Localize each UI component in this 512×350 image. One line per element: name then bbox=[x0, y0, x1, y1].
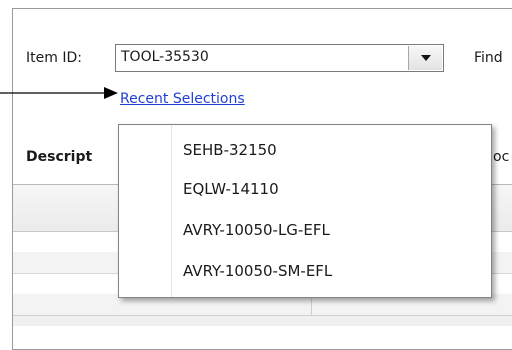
recent-item[interactable]: EQLW-14110 bbox=[183, 180, 279, 198]
item-id-dropdown-button[interactable] bbox=[408, 46, 442, 70]
item-id-label: Item ID: bbox=[26, 50, 82, 66]
callout-arrow-icon bbox=[0, 87, 118, 99]
description-label: Descript bbox=[26, 149, 93, 165]
item-id-combobox[interactable]: TOOL-35530 bbox=[115, 44, 444, 72]
partial-column-label: oc bbox=[493, 149, 510, 165]
horizontal-scrollbar[interactable] bbox=[13, 315, 512, 326]
recent-item[interactable]: SEHB-32150 bbox=[183, 141, 277, 159]
recent-selections-popup: SEHB-32150 EQLW-14110 AVRY-10050-LG-EFL … bbox=[118, 124, 492, 298]
recent-item[interactable]: AVRY-10050-LG-EFL bbox=[183, 221, 330, 239]
find-label[interactable]: Find bbox=[474, 50, 503, 66]
recent-item[interactable]: AVRY-10050-SM-EFL bbox=[183, 262, 332, 280]
chevron-down-icon bbox=[421, 55, 431, 61]
recent-selections-link[interactable]: Recent Selections bbox=[120, 91, 245, 107]
popup-icon-gutter bbox=[119, 125, 172, 297]
item-id-value[interactable]: TOOL-35530 bbox=[121, 49, 209, 65]
